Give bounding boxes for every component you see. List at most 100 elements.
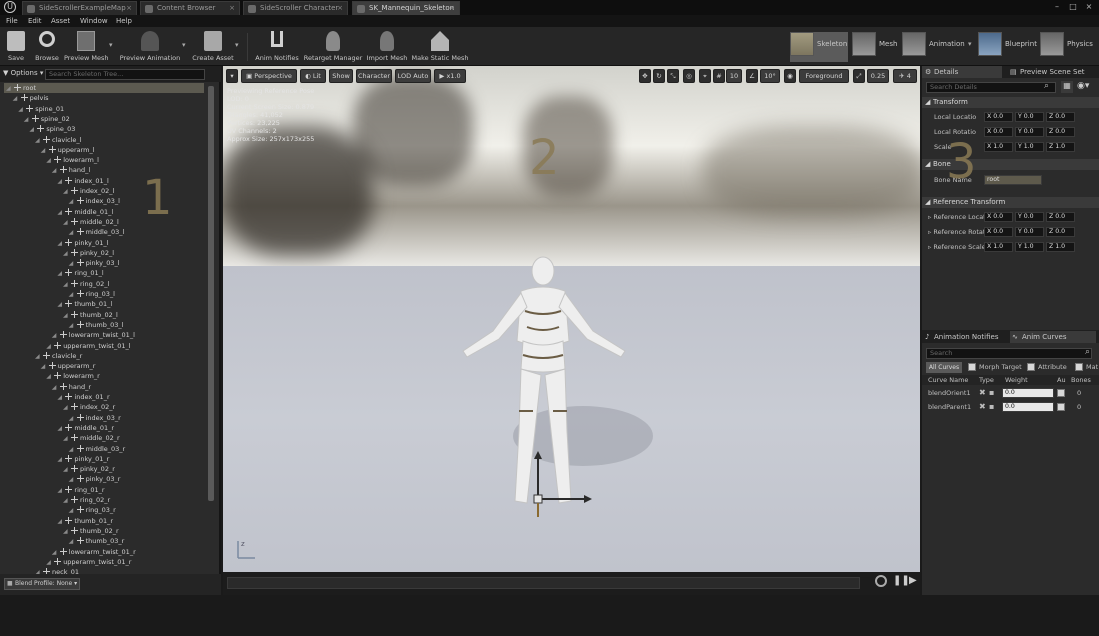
minimize-icon[interactable]: – <box>1050 1 1064 13</box>
scale-snap-value[interactable]: 0.25 <box>867 69 889 83</box>
reference-scale-y[interactable]: Y 1.0 <box>1015 242 1044 252</box>
bone-tree-item[interactable]: ◢ ring_03_l <box>69 289 115 299</box>
tab-animation-notifies[interactable]: ♪ Animation Notifies <box>922 331 1006 343</box>
bone-tree-item[interactable]: ◢ spine_03 <box>29 124 75 134</box>
scale-x[interactable]: X 1.0 <box>984 142 1013 152</box>
camera-icon[interactable]: ◉ <box>784 69 796 83</box>
auto-checkbox[interactable] <box>1057 403 1065 411</box>
surface-snap-icon[interactable]: ⌖ <box>699 69 711 83</box>
mode-skeleton[interactable]: Skeleton <box>790 32 848 62</box>
local-location-z[interactable]: Z 0.0 <box>1046 112 1075 122</box>
bone-tree-item[interactable]: ◢ lowerarm_twist_01_l <box>52 330 135 340</box>
blend-profile-dropdown[interactable]: ■ Blend Profile: None ▾ <box>4 578 80 590</box>
preview-animation-button[interactable]: Preview Animation <box>118 29 182 64</box>
bone-tree-item[interactable]: ◢ thumb_02_l <box>63 310 118 320</box>
section-transform[interactable]: ◢ Transform <box>922 97 1099 108</box>
bone-tree-item[interactable]: ◢ middle_02_l <box>63 217 119 227</box>
viewport-menu-button[interactable]: ▾ <box>226 69 238 83</box>
bone-tree-item[interactable]: ◢ pelvis <box>13 93 49 103</box>
bone-tree-item[interactable]: ◢ clavicle_r <box>35 351 82 361</box>
lit-button[interactable]: ◐ Lit <box>300 69 326 83</box>
show-button[interactable]: Show <box>329 69 353 83</box>
local-location-x[interactable]: X 0.0 <box>984 112 1013 122</box>
perspective-button[interactable]: ▣ Perspective <box>241 69 297 83</box>
bone-tree-item[interactable]: ◢ thumb_01_l <box>57 299 112 309</box>
bone-tree-item[interactable]: ◢ thumb_03_l <box>69 320 123 330</box>
dropdown-arrow-icon[interactable]: ▾ <box>968 40 972 48</box>
tree-scrollbar[interactable] <box>208 86 214 501</box>
dropdown-arrow-icon[interactable]: ▾ <box>109 41 113 49</box>
local-location-y[interactable]: Y 0.0 <box>1015 112 1044 122</box>
rotation-snap-icon[interactable]: ∠ <box>746 69 758 83</box>
next-frame-icon[interactable]: ▶ <box>909 575 917 586</box>
bone-tree-item[interactable]: ◢ thumb_03_r <box>69 536 124 546</box>
tab-content-browser[interactable]: Content Browser × <box>140 1 240 15</box>
pause-icon[interactable]: ❚❚ <box>893 575 910 586</box>
mode-physics[interactable]: Physics <box>1040 32 1096 62</box>
reference-scale-z[interactable]: Z 1.0 <box>1046 242 1075 252</box>
menu-file[interactable]: File <box>6 16 18 26</box>
reference-location-z[interactable]: Z 0.0 <box>1046 212 1075 222</box>
reference-location-x[interactable]: X 0.0 <box>984 212 1013 222</box>
section-reference-transform[interactable]: ◢ Reference Transform <box>922 197 1099 208</box>
reference-rotation-x[interactable]: X 0.0 <box>984 227 1013 237</box>
transform-gizmo[interactable] <box>528 451 598 521</box>
browse-button[interactable]: Browse <box>32 29 62 64</box>
grid-snap-value[interactable]: 10 <box>726 69 742 83</box>
character-button[interactable]: Character <box>356 69 392 83</box>
auto-checkbox[interactable] <box>1057 389 1065 397</box>
bone-tree-item[interactable]: ◢ lowerarm_twist_01_r <box>52 547 136 557</box>
tab-details[interactable]: ⚙ Details <box>922 66 1002 78</box>
world-local-icon[interactable]: ◎ <box>683 69 695 83</box>
bone-tree-item[interactable]: ◢ lowerarm_l <box>46 155 99 165</box>
bone-tree-item[interactable]: ◢ upperarm_l <box>41 145 95 155</box>
bone-tree-item[interactable]: ◢ pinky_01_l <box>57 238 108 248</box>
playback-speed-button[interactable]: ▶ x1.0 <box>434 69 466 83</box>
bone-tree-item[interactable]: ◢ pinky_03_r <box>69 474 120 484</box>
local-rotation-y[interactable]: Y 0.0 <box>1015 127 1044 137</box>
bone-tree-item[interactable]: ◢ spine_01 <box>18 104 64 114</box>
bone-tree-item[interactable]: ◢ upperarm_twist_01_l <box>46 341 131 351</box>
curve-weight-slider[interactable]: 0.0 <box>1002 402 1054 412</box>
tab-preview-scene[interactable]: ▤ Preview Scene Set <box>1008 66 1098 78</box>
bone-tree-item[interactable]: ◢ spine_02 <box>24 114 70 124</box>
curve-row[interactable]: blendOrient1 ✖ ▪ 0.0 0 <box>922 387 1099 400</box>
foreground-button[interactable]: Foreground <box>799 69 849 83</box>
reference-rotation-y[interactable]: Y 0.0 <box>1015 227 1044 237</box>
bone-tree-item[interactable]: ◢ pinky_02_r <box>63 464 115 474</box>
import-mesh-button[interactable]: Import Mesh <box>366 29 408 64</box>
bone-tree-item[interactable]: ◢ middle_03_r <box>69 444 125 454</box>
close-icon[interactable]: × <box>229 2 235 15</box>
scale-y[interactable]: Y 1.0 <box>1015 142 1044 152</box>
anim-notifies-button[interactable]: Anim Notifies <box>254 29 300 64</box>
skeleton-search-input[interactable]: Search Skeleton Tree... <box>45 69 205 80</box>
reference-location-y[interactable]: Y 0.0 <box>1015 212 1044 222</box>
reference-scale-x[interactable]: X 1.0 <box>984 242 1013 252</box>
timeline-scrubber[interactable] <box>227 577 860 589</box>
bone-tree-item[interactable]: ◢ index_02_r <box>63 402 115 412</box>
bone-tree-item[interactable]: ◢ upperarm_r <box>41 361 95 371</box>
bone-tree-item[interactable]: ◢ index_01_r <box>57 392 110 402</box>
scale-icon[interactable]: ⤡ <box>667 69 679 83</box>
create-asset-button[interactable]: Create Asset <box>190 29 236 64</box>
tab-level[interactable]: SideScrollerExampleMap × <box>22 1 137 15</box>
lod-button[interactable]: LOD Auto <box>395 69 431 83</box>
tab-skeleton[interactable]: SK_Mannequin_Skeleton × <box>352 1 460 15</box>
mode-blueprint[interactable]: Blueprint <box>978 32 1037 62</box>
record-icon[interactable] <box>875 575 887 587</box>
tab-anim-curves[interactable]: ∿ Anim Curves <box>1010 331 1096 343</box>
menu-help[interactable]: Help <box>116 16 132 26</box>
bone-tree-item[interactable]: ◢ index_03_r <box>69 413 121 423</box>
bone-tree-item[interactable]: ◢ ring_01_l <box>57 268 104 278</box>
curve-row[interactable]: blendParent1 ✖ ▪ 0.0 0 <box>922 401 1099 414</box>
bone-tree-item[interactable]: ◢ lowerarm_r <box>46 371 100 381</box>
make-static-mesh-button[interactable]: Make Static Mesh <box>410 29 470 64</box>
preview-viewport[interactable]: z ▾ ▣ Perspective ◐ Lit Show Character L… <box>223 66 920 572</box>
bone-tree-item[interactable]: ◢ pinky_01_r <box>57 454 109 464</box>
bone-tree-item[interactable]: ◢ index_03_l <box>69 196 120 206</box>
local-rotation-z[interactable]: Z 0.0 <box>1046 127 1075 137</box>
bone-tree-item[interactable]: ◢ middle_02_r <box>63 433 120 443</box>
menu-edit[interactable]: Edit <box>28 16 42 26</box>
bone-tree-item[interactable]: ◢ thumb_01_r <box>57 516 113 526</box>
bone-tree-item[interactable]: ◢ ring_01_r <box>57 485 105 495</box>
